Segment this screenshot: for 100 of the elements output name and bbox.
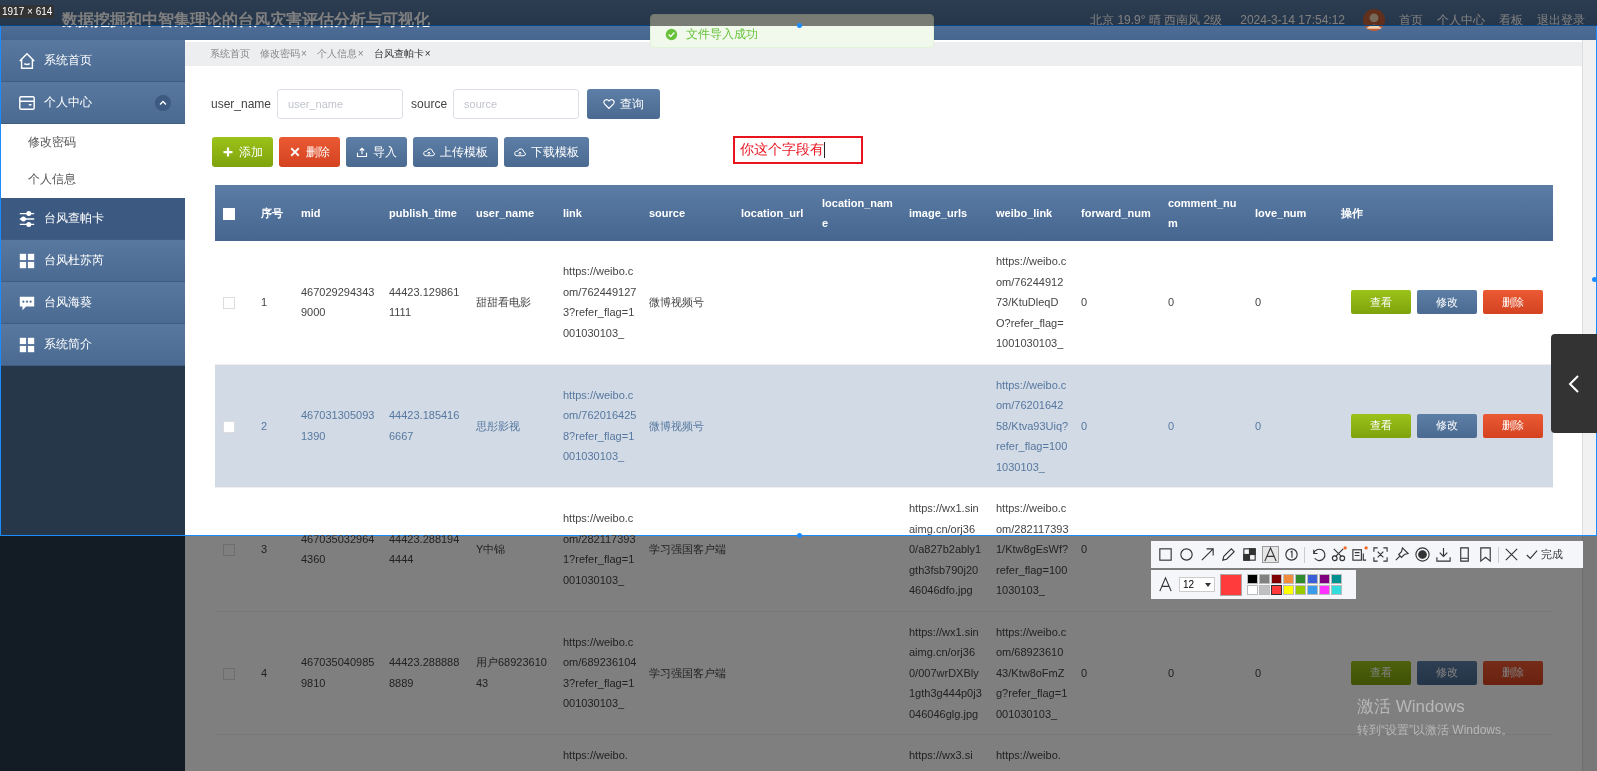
toolbar-button[interactable]: 导入 bbox=[346, 137, 407, 167]
table-cell: 1 bbox=[261, 296, 268, 308]
toast: 文件导入成功 bbox=[650, 14, 934, 48]
table-cell: 0 bbox=[1255, 666, 1262, 679]
bookmark-icon[interactable] bbox=[1477, 546, 1494, 563]
circle-icon[interactable] bbox=[1178, 546, 1195, 563]
tab[interactable]: 台风查帕卡× bbox=[373, 47, 431, 61]
color-swatch[interactable] bbox=[1259, 574, 1270, 584]
sidebar-item[interactable]: 台风海葵 bbox=[0, 282, 185, 324]
nav-link[interactable]: 首页 bbox=[1399, 11, 1423, 29]
color-swatch[interactable] bbox=[1283, 574, 1294, 584]
column-header: source bbox=[649, 207, 686, 219]
row-action-button[interactable]: 删除 bbox=[1483, 413, 1543, 438]
sidebar-item[interactable]: 台风杜苏芮 bbox=[0, 240, 185, 282]
column-header: weibo_link bbox=[996, 207, 1053, 219]
color-swatch[interactable] bbox=[1307, 585, 1318, 595]
annotation-box[interactable]: 你这个字段有 bbox=[733, 136, 863, 164]
color-swatch[interactable] bbox=[1271, 585, 1282, 595]
heart-icon bbox=[603, 98, 616, 110]
text-scan-icon[interactable] bbox=[1351, 546, 1368, 563]
sidebar-item[interactable]: 系统首页 bbox=[0, 40, 185, 82]
color-swatch[interactable] bbox=[1331, 574, 1342, 584]
color-swatch[interactable] bbox=[1271, 574, 1282, 584]
tab[interactable]: 个人信息× bbox=[316, 47, 364, 61]
color-swatch[interactable] bbox=[1319, 574, 1330, 584]
resize-handle[interactable] bbox=[797, 23, 802, 28]
font-size-dropdown[interactable]: 12 bbox=[1179, 577, 1215, 592]
row-action-button[interactable]: 修改 bbox=[1417, 660, 1477, 685]
rectangle-icon[interactable] bbox=[1157, 546, 1174, 563]
color-swatch[interactable] bbox=[1247, 585, 1258, 595]
close-icon[interactable]: × bbox=[301, 48, 307, 59]
column-header: user_name bbox=[476, 207, 535, 219]
row-action-button[interactable]: 删除 bbox=[1483, 290, 1543, 315]
pin-icon[interactable] bbox=[1393, 546, 1410, 563]
table-cell: https://weibo.com/7620164258?refer_flag=1001030103_ bbox=[563, 388, 637, 463]
color-swatch[interactable] bbox=[1259, 585, 1270, 595]
number-icon[interactable] bbox=[1283, 546, 1300, 563]
submenu-item[interactable]: 修改密码 bbox=[0, 124, 185, 161]
size-label: 1917 × 614 bbox=[0, 5, 55, 18]
text-icon[interactable] bbox=[1262, 546, 1279, 563]
table-cell: 0 bbox=[1255, 296, 1262, 308]
arrow-icon[interactable] bbox=[1199, 546, 1216, 563]
table-cell: 0 bbox=[1081, 666, 1088, 679]
resize-handle[interactable] bbox=[1592, 277, 1597, 282]
close-icon[interactable]: × bbox=[424, 48, 431, 59]
avatar-icon[interactable] bbox=[1363, 9, 1385, 31]
table-cell: 0 bbox=[1168, 419, 1175, 432]
color-swatch[interactable] bbox=[1319, 585, 1330, 595]
table-cell: 微博视频号 bbox=[649, 296, 704, 308]
row-action-button[interactable]: 修改 bbox=[1417, 290, 1477, 315]
scan-icon[interactable] bbox=[1372, 546, 1389, 563]
sidebar-item[interactable]: 台风查帕卡 bbox=[0, 198, 185, 240]
search-field[interactable]: source bbox=[453, 89, 580, 119]
search-button[interactable]: 查询 bbox=[587, 89, 661, 119]
pencil-icon[interactable] bbox=[1220, 546, 1237, 563]
table-cell: 0 bbox=[1255, 419, 1262, 432]
submenu-item[interactable]: 个人信息 bbox=[0, 161, 185, 198]
tab[interactable]: 修改密码× bbox=[260, 47, 307, 61]
record-icon[interactable] bbox=[1414, 546, 1431, 563]
collapse-handle[interactable] bbox=[1551, 334, 1597, 433]
download-icon[interactable] bbox=[1435, 546, 1452, 563]
sidebar-item[interactable]: 系统简介 bbox=[0, 324, 185, 366]
checkbox[interactable] bbox=[223, 297, 235, 310]
row-action-button[interactable]: 查看 bbox=[1351, 290, 1411, 315]
tab[interactable]: 系统首页 bbox=[210, 47, 250, 61]
close-icon bbox=[289, 146, 301, 158]
table-cell: https://weibo.com/2821173931/Ktw8gEsWf?refer_flag=1001030103_ bbox=[996, 502, 1069, 596]
color-swatch[interactable] bbox=[1307, 574, 1318, 584]
toolbar-button[interactable]: 删除 bbox=[279, 137, 340, 167]
toolbar-button[interactable]: 下载模板 bbox=[504, 137, 589, 167]
cloud-icon bbox=[514, 146, 526, 158]
done-button[interactable]: 完成 bbox=[1526, 547, 1563, 562]
color-swatch[interactable] bbox=[1247, 574, 1258, 584]
color-swatch[interactable] bbox=[1331, 585, 1342, 595]
color-swatch[interactable] bbox=[1295, 585, 1306, 595]
column-header: location_url bbox=[741, 207, 804, 219]
nav-link[interactable]: 退出登录 bbox=[1537, 11, 1585, 29]
nav-link[interactable]: 看板 bbox=[1499, 11, 1523, 29]
table-cell: 甜甜看电影 bbox=[476, 296, 531, 308]
grid-icon bbox=[18, 251, 36, 270]
search-field[interactable]: user_name bbox=[277, 89, 404, 119]
sidebar-item[interactable]: 个人中心 bbox=[0, 82, 185, 124]
table-cell: https://weibo. bbox=[563, 749, 628, 761]
resize-handle[interactable] bbox=[797, 533, 802, 538]
toolbar-button[interactable]: 添加 bbox=[212, 137, 273, 167]
mosaic-icon[interactable] bbox=[1241, 546, 1258, 563]
upload-icon bbox=[356, 146, 368, 158]
toolbar-button[interactable]: 上传模板 bbox=[413, 137, 498, 167]
row-action-button[interactable]: 查看 bbox=[1351, 413, 1411, 438]
scissors-icon[interactable] bbox=[1330, 546, 1347, 563]
color-swatch[interactable] bbox=[1283, 585, 1294, 595]
checkbox[interactable] bbox=[223, 420, 235, 433]
row-action-button[interactable]: 删除 bbox=[1483, 660, 1543, 685]
home-icon bbox=[18, 51, 36, 70]
nav-link[interactable]: 个人中心 bbox=[1437, 11, 1485, 29]
close-icon[interactable]: × bbox=[357, 48, 364, 59]
row-action-button[interactable]: 修改 bbox=[1417, 413, 1477, 438]
color-swatch[interactable] bbox=[1295, 574, 1306, 584]
column-header: 操作 bbox=[1341, 207, 1363, 219]
close-icon[interactable] bbox=[1503, 546, 1520, 563]
